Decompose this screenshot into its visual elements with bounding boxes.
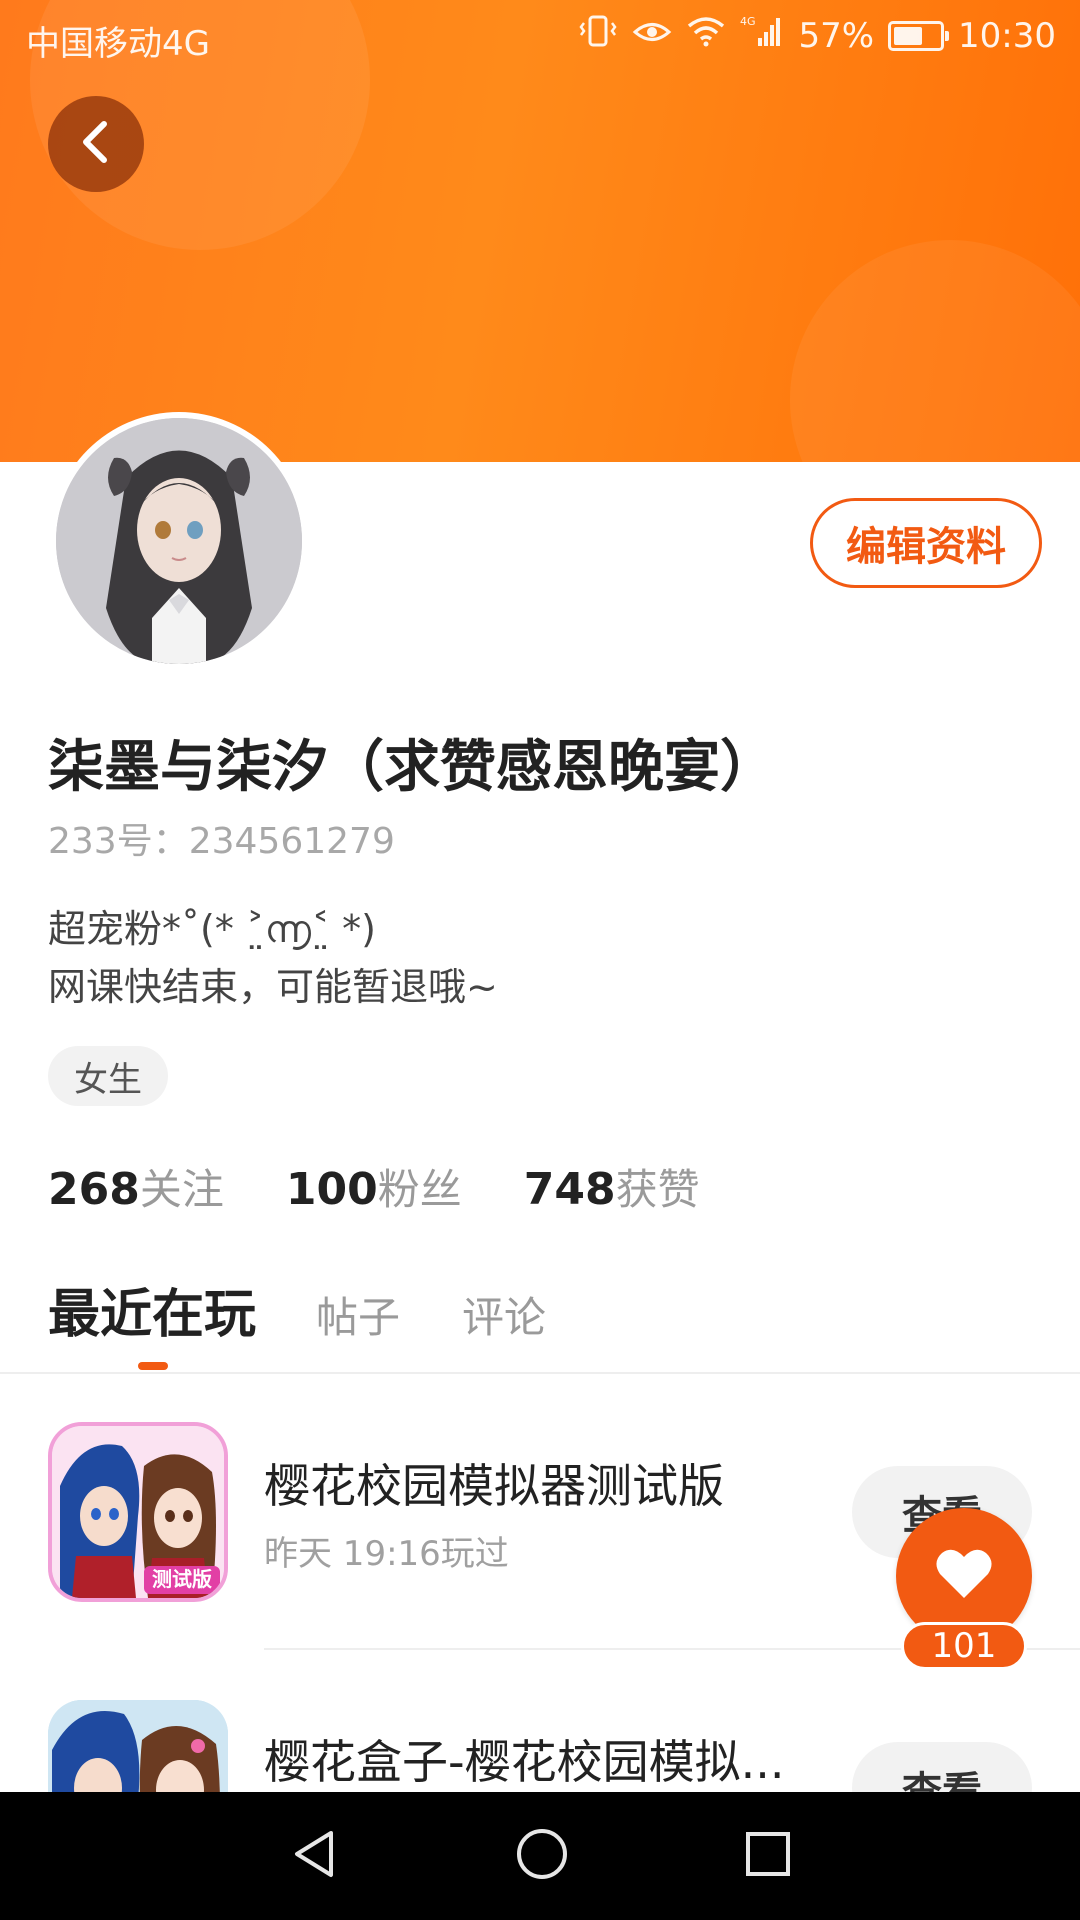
stat-label: 获赞 <box>615 1165 700 1214</box>
profile-bio: 超宠粉*˚(* ˃̤൬˂̤ *) 网课快结束，可能暂退哦~ <box>48 900 498 1016</box>
stat-count: 748 <box>523 1164 616 1215</box>
stat-count: 268 <box>48 1164 140 1215</box>
back-button[interactable] <box>48 96 144 192</box>
network-type-label: 4G <box>740 15 756 28</box>
status-icons: 4G 57% 10:30 <box>578 14 1056 57</box>
banner-decoration <box>790 240 1080 462</box>
profile-name: 柒墨与柒汐（求赞感恩晚宴） <box>48 735 776 800</box>
divider <box>0 1372 1080 1374</box>
profile-stats: 268 关注 100 粉丝 748 获赞 <box>48 1156 762 1217</box>
heart-icon <box>934 1546 994 1606</box>
vibrate-icon <box>578 14 618 57</box>
tab-posts[interactable]: 帖子 <box>316 1284 400 1345</box>
signal-icon: 4G <box>740 14 784 57</box>
stat-label: 粉丝 <box>377 1165 462 1214</box>
profile-tabs: 最近在玩 帖子 评论 <box>48 1272 608 1347</box>
game-icon: 测试版 <box>48 1422 228 1602</box>
like-count: 101 <box>901 1622 1027 1670</box>
carrier-label: 中国移动4G <box>26 24 210 64</box>
gender-tag: 女生 <box>48 1046 168 1106</box>
stat-count: 100 <box>285 1164 378 1215</box>
stat-likes[interactable]: 748 获赞 <box>524 1156 700 1217</box>
profile-uid: 233号：234561279 <box>48 821 395 862</box>
bio-line: 超宠粉*˚(* ˃̤൬˂̤ *) <box>48 907 376 951</box>
profile-screen: 中国移动4G 4G 57% 10:30 编辑资料 柒墨与柒汐（求赞感恩晚宴） 2… <box>0 0 1080 1920</box>
battery-percent: 57% <box>798 15 875 56</box>
game-title: 樱花校园模拟器测试版 <box>264 1459 724 1513</box>
square-recent-icon[interactable] <box>743 1829 793 1883</box>
edit-profile-button[interactable]: 编辑资料 <box>810 498 1042 588</box>
bio-line: 网课快结束，可能暂退哦~ <box>48 965 498 1009</box>
clock: 10:30 <box>958 15 1056 56</box>
game-badge: 测试版 <box>152 1567 212 1591</box>
triangle-back-icon[interactable] <box>287 1827 341 1885</box>
wifi-icon <box>686 15 726 56</box>
eye-icon <box>632 16 672 56</box>
profile-banner: 中国移动4G 4G 57% 10:30 <box>0 0 1080 462</box>
tab-recent-played[interactable]: 最近在玩 <box>48 1272 256 1347</box>
avatar[interactable] <box>56 418 302 664</box>
status-bar: 中国移动4G 4G 57% 10:30 <box>0 0 1080 72</box>
battery-icon <box>888 20 950 51</box>
stat-followers[interactable]: 100 粉丝 <box>286 1156 462 1217</box>
game-played-time: 昨天 19:16玩过 <box>264 1534 509 1574</box>
system-nav-bar <box>0 1792 1080 1920</box>
stat-following[interactable]: 268 关注 <box>48 1156 224 1217</box>
stat-label: 关注 <box>139 1165 224 1214</box>
game-title: 樱花盒子-樱花校园模拟... <box>264 1735 785 1789</box>
circle-home-icon[interactable] <box>514 1826 570 1886</box>
chevron-left-icon <box>76 118 116 170</box>
tab-comments[interactable]: 评论 <box>462 1284 546 1345</box>
tab-indicator <box>138 1362 168 1370</box>
